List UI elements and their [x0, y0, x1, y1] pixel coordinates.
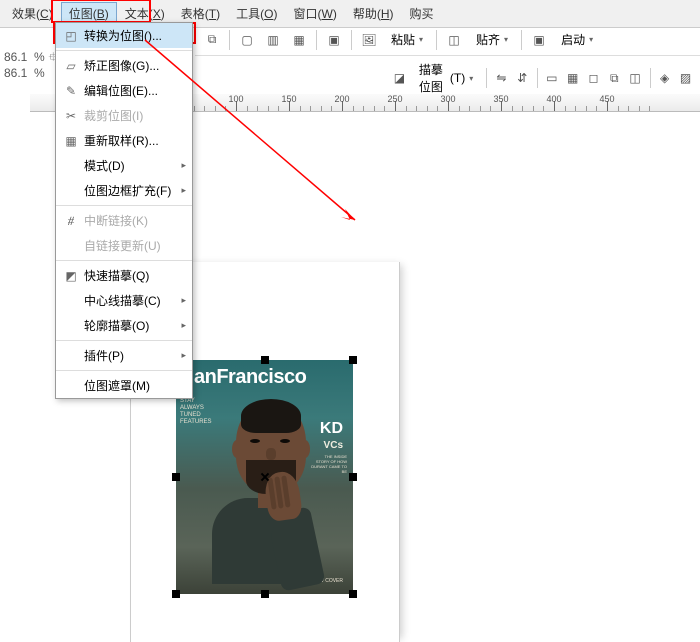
crop-icon[interactable]: ⧉: [606, 67, 623, 89]
reflect-v-icon[interactable]: ⇵: [514, 67, 531, 89]
menu-tools[interactable]: 工具(O): [228, 2, 285, 25]
handle-top-mid[interactable]: [261, 356, 269, 364]
break-link-icon: ⧣: [62, 213, 80, 229]
handle-top-right[interactable]: [349, 356, 357, 364]
ruler-tick-label: 100: [228, 94, 243, 104]
submenu-arrow-icon: ▸: [181, 350, 186, 361]
ruler-tick-label: 200: [334, 94, 349, 104]
effects-icon[interactable]: ▨: [677, 67, 694, 89]
paste-combo[interactable]: 粘贴▾: [384, 28, 430, 51]
handle-bot-left[interactable]: [172, 590, 180, 598]
convert-bitmap-icon: ◰: [62, 28, 80, 44]
menu-effects[interactable]: 效果(C): [4, 2, 61, 25]
magazine-title: anFrancisco: [194, 366, 306, 389]
ruler-tick-label: 250: [387, 94, 402, 104]
dd-label: 模式(D): [80, 157, 181, 174]
trace-icon: ◩: [62, 268, 80, 284]
align-combo[interactable]: 贴齐▾: [469, 28, 515, 51]
blank-icon: [62, 348, 80, 364]
launch-combo[interactable]: 启动▾: [554, 28, 600, 51]
bitmap-dropdown: ◰转换为位图()...▱矫正图像(G)...✎编辑位图(E)...✂裁剪位图(I…: [55, 22, 193, 399]
ruler-tick-label: 350: [493, 94, 508, 104]
dd-label: 中断链接(K): [80, 212, 186, 229]
dd-item[interactable]: 位图遮罩(M): [56, 373, 192, 398]
crop-icon: ✂: [62, 108, 80, 124]
dd-item[interactable]: 位图边框扩充(F)▸: [56, 178, 192, 203]
submenu-arrow-icon: ▸: [181, 160, 186, 171]
magazine-side-text: STAY ALWAYS TUNED FEATURES: [180, 398, 208, 426]
dd-item[interactable]: ▱矫正图像(G)...: [56, 53, 192, 78]
blank-icon: [62, 183, 80, 199]
shape-fill-icon[interactable]: ▦: [564, 67, 581, 89]
column-icon[interactable]: ▥: [262, 29, 284, 51]
handle-mid-left[interactable]: [172, 473, 180, 481]
grid-icon[interactable]: ▦: [288, 29, 310, 51]
edit-bitmap-btn[interactable]: ◪: [391, 67, 408, 89]
picture-icon[interactable]: 🖼: [358, 29, 380, 51]
snap-icon[interactable]: ◫: [443, 29, 465, 51]
handle-bot-right[interactable]: [349, 590, 357, 598]
straighten-icon: ▱: [62, 58, 80, 74]
dd-item: 自链接更新(U): [56, 233, 192, 258]
toolbar-top: ⧉ ▢ ▥ ▦ ▣ 🖼 粘贴▾ ◫ 贴齐▾ ▣ 启动▾: [195, 24, 700, 56]
snap-object-icon[interactable]: ⧉: [201, 29, 223, 51]
blank-icon: [62, 238, 80, 254]
dd-item: ✂裁剪位图(I): [56, 103, 192, 128]
submenu-arrow-icon: ▸: [181, 295, 186, 306]
menu-window[interactable]: 窗口(W): [285, 2, 344, 25]
dd-label: 中心线描摹(C): [80, 292, 181, 309]
dd-item[interactable]: ▦重新取样(R)...: [56, 128, 192, 153]
coord-panel: 86.1 86.1: [4, 50, 27, 81]
frame-icon[interactable]: ▣: [323, 29, 345, 51]
blank-icon: [62, 378, 80, 394]
dd-item[interactable]: 模式(D)▸: [56, 153, 192, 178]
reflect-h-icon[interactable]: ⇋: [493, 67, 510, 89]
ruler-tick-label: 450: [599, 94, 614, 104]
trace-combo[interactable]: 描摹位图(T)▾: [412, 58, 480, 98]
dd-label: 裁剪位图(I): [80, 107, 186, 124]
dd-label: 转换为位图()...: [80, 27, 186, 44]
transparency-icon[interactable]: ◈: [656, 67, 673, 89]
coord-y: 86.1: [4, 66, 27, 82]
dd-item[interactable]: 轮廓描摹(O)▸: [56, 313, 192, 338]
bounding-icon[interactable]: ▢: [236, 29, 258, 51]
dd-label: 自链接更新(U): [80, 237, 186, 254]
menu-buy[interactable]: 购买: [402, 2, 442, 25]
submenu-arrow-icon: ▸: [181, 320, 186, 331]
dd-item[interactable]: 插件(P)▸: [56, 343, 192, 368]
dd-item[interactable]: ◰转换为位图()...: [56, 23, 192, 48]
dd-item[interactable]: 中心线描摹(C)▸: [56, 288, 192, 313]
dd-label: 重新取样(R)...: [80, 132, 186, 149]
blank-icon: [62, 318, 80, 334]
shape-rect-icon[interactable]: ▭: [543, 67, 560, 89]
launch-icon[interactable]: ▣: [528, 29, 550, 51]
selected-image[interactable]: anFrancisco STAY ALWAYS TUNED FEATURES K…: [176, 360, 353, 594]
ruler-tick-label: 400: [546, 94, 561, 104]
dd-item: ⧣中断链接(K): [56, 208, 192, 233]
dd-label: 快速描摹(Q): [80, 267, 186, 284]
coord-x: 86.1: [4, 50, 27, 66]
envelope-icon[interactable]: ◫: [627, 67, 644, 89]
dd-label: 轮廓描摹(O): [80, 317, 181, 334]
submenu-arrow-icon: ▸: [181, 185, 186, 196]
menu-help[interactable]: 帮助(H): [345, 2, 402, 25]
ruler-tick-label: 300: [440, 94, 455, 104]
shape-outline-icon[interactable]: ◻: [585, 67, 602, 89]
edit-bitmap-icon: ✎: [62, 83, 80, 99]
resample-icon: ▦: [62, 133, 80, 149]
dd-item[interactable]: ✎编辑位图(E)...: [56, 78, 192, 103]
dd-label: 位图边框扩充(F): [80, 182, 181, 199]
dd-label: 插件(P): [80, 347, 181, 364]
center-marker[interactable]: [260, 472, 270, 482]
blank-icon: [62, 158, 80, 174]
portrait: [218, 402, 328, 582]
dd-label: 矫正图像(G)...: [80, 57, 186, 74]
dd-label: 位图遮罩(M): [80, 377, 186, 394]
dd-label: 编辑位图(E)...: [80, 82, 186, 99]
handle-bot-mid[interactable]: [261, 590, 269, 598]
handle-mid-right[interactable]: [349, 473, 357, 481]
blank-icon: [62, 293, 80, 309]
ruler-tick-label: 150: [281, 94, 296, 104]
dd-item[interactable]: ◩快速描摹(Q): [56, 263, 192, 288]
